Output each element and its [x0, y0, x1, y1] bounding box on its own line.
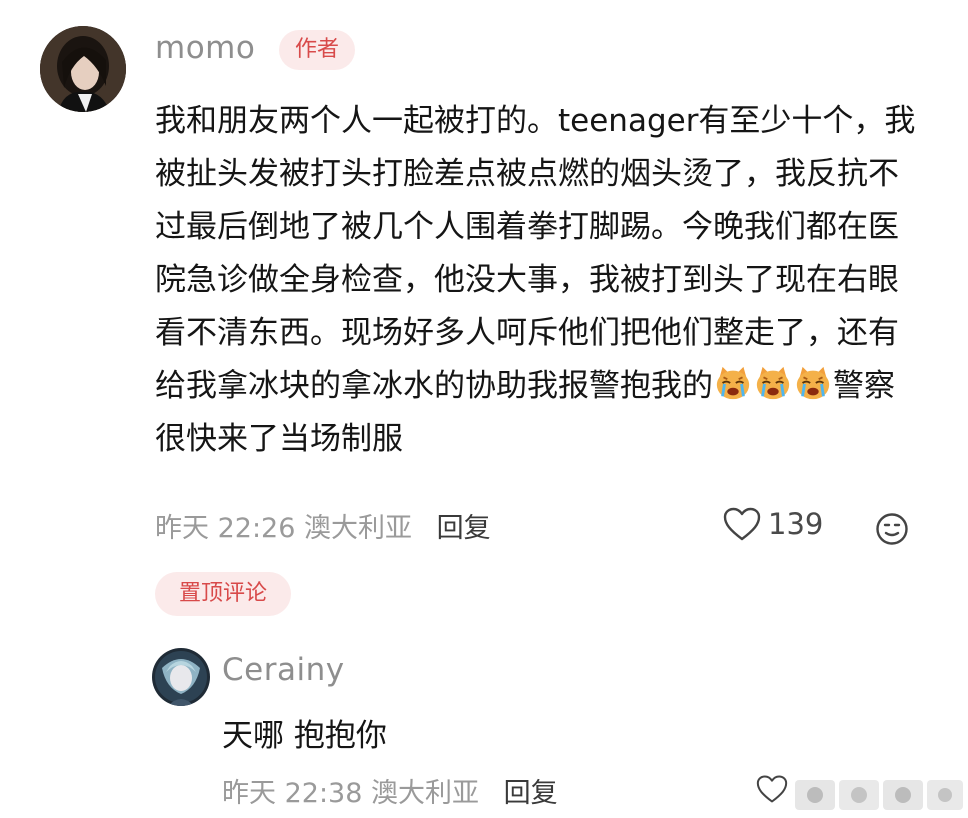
reply-meta: 昨天 22:38 澳大利亚 回复: [222, 771, 558, 810]
comment-time: 22:26: [217, 513, 296, 544]
reply-avatar-image: [152, 648, 210, 706]
author-name[interactable]: momo: [155, 30, 255, 66]
reply-date: 昨天: [222, 778, 276, 809]
pinned-comment-badge: 置顶评论: [155, 572, 291, 616]
crying-cat-emoji: [756, 366, 790, 400]
reply-reply-button[interactable]: 回复: [504, 778, 558, 809]
reply-author-avatar[interactable]: [152, 648, 210, 706]
author-avatar-image: [40, 26, 126, 112]
reply-button[interactable]: 回复: [437, 513, 491, 544]
reply-heart-outline-icon[interactable]: [755, 774, 789, 804]
like-count: 139: [768, 507, 824, 541]
comment-location: 澳大利亚: [304, 513, 412, 544]
comment-text-part1: 我和朋友两个人一起被打的。teenager有至少十个，我被扯头发被打头打脸差点被…: [155, 103, 916, 404]
comment-meta: 昨天 22:26 澳大利亚 回复: [155, 506, 491, 545]
reply-text: 天哪 抱抱你: [222, 718, 387, 754]
crying-cat-emoji: [796, 366, 830, 400]
heart-outline-icon: [723, 507, 761, 541]
reply-location: 澳大利亚: [371, 778, 479, 809]
watermark-logo: [795, 780, 963, 810]
emoji-react-icon[interactable]: [875, 512, 909, 546]
reply-author-name[interactable]: Cerainy: [222, 652, 345, 688]
like-button[interactable]: 139: [722, 506, 823, 542]
author-avatar[interactable]: [40, 26, 126, 112]
comment-text: 我和朋友两个人一起被打的。teenager有至少十个，我被扯头发被打头打脸差点被…: [155, 95, 920, 466]
crying-cat-emoji: [716, 366, 750, 400]
comment-thread: momo 作者 我和朋友两个人一起被打的。teenager有至少十个，我被扯头发…: [0, 0, 968, 818]
reply-time: 22:38: [284, 778, 363, 809]
comment-date: 昨天: [155, 513, 209, 544]
author-badge: 作者: [279, 30, 355, 70]
